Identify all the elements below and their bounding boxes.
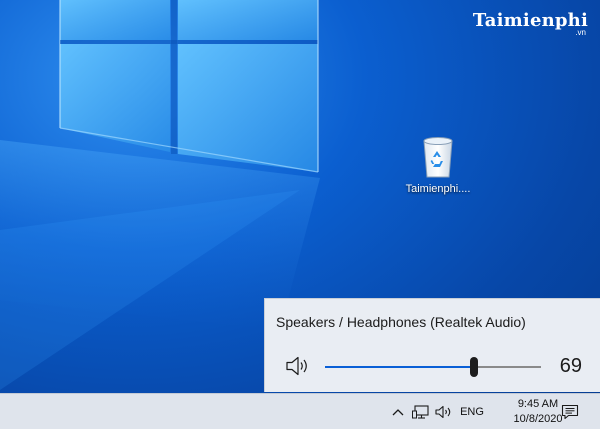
network-icon	[412, 404, 429, 419]
desktop-icon-label: Taimienphi....	[405, 183, 471, 195]
taskbar: ENG 9:45 AM 10/8/2020	[0, 393, 600, 429]
watermark-brand: Taimienphi	[472, 10, 588, 31]
recycle-bin-icon	[423, 137, 453, 178]
chevron-up-icon	[392, 408, 404, 415]
input-language-button[interactable]: ENG	[458, 394, 486, 429]
clock-time: 9:45 AM	[517, 397, 559, 410]
speaker-icon	[286, 356, 307, 376]
action-center-button[interactable]	[558, 394, 582, 429]
volume-slider[interactable]	[325, 357, 541, 377]
desktop[interactable]: Taimienphi .vn Taimienphi.... Speakers /…	[0, 0, 600, 429]
audio-device-selector[interactable]: Speakers / Headphones (Realtek Audio)	[276, 314, 526, 330]
slider-track-fill	[325, 366, 475, 368]
desktop-icon-recycle-bin[interactable]: Taimienphi....	[398, 135, 478, 195]
notification-icon	[561, 404, 579, 419]
volume-button[interactable]	[433, 394, 455, 429]
volume-flyout: Speakers / Headphones (Realtek Audio) 69	[264, 298, 600, 392]
show-hidden-icons-button[interactable]	[389, 394, 407, 429]
network-button[interactable]	[410, 394, 432, 429]
mute-button[interactable]	[285, 355, 311, 377]
volume-level-value: 69	[559, 355, 582, 377]
watermark-logo: Taimienphi .vn	[473, 10, 588, 37]
volume-icon	[435, 405, 451, 418]
clock-date: 10/8/2020	[513, 412, 563, 425]
slider-thumb[interactable]	[470, 357, 479, 377]
